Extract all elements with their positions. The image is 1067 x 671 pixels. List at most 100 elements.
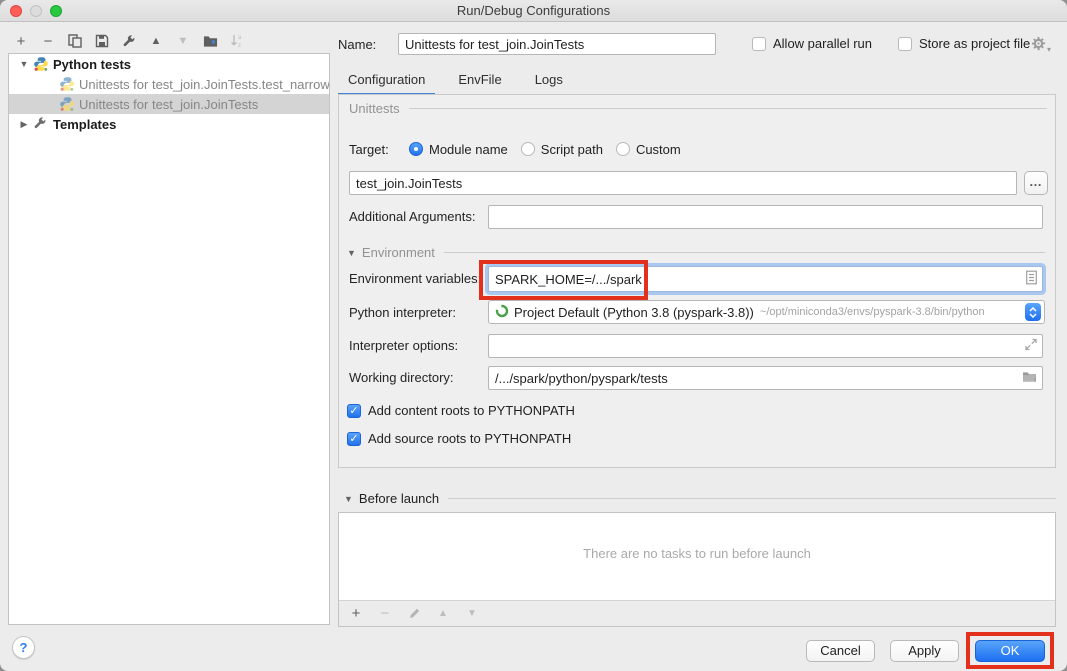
before-launch-label: Before launch xyxy=(359,491,439,506)
interpreter-options-input[interactable] xyxy=(488,334,1043,358)
add-source-roots-checkbox[interactable]: ✓ xyxy=(347,432,361,446)
store-as-project-file-checkbox[interactable] xyxy=(898,37,912,51)
save-configuration-icon[interactable] xyxy=(93,32,111,50)
cancel-button[interactable]: Cancel xyxy=(806,640,875,662)
expanded-triangle-icon[interactable]: ▼ xyxy=(344,494,353,504)
sort-configurations-icon[interactable]: az xyxy=(228,32,246,50)
target-label: Target: xyxy=(349,142,409,157)
remove-task-button[interactable]: − xyxy=(376,605,394,623)
working-directory-input[interactable] xyxy=(488,366,1043,390)
before-launch-toolbar: + − ▲ ▼ xyxy=(339,600,1055,626)
add-source-roots-label: Add source roots to PYTHONPATH xyxy=(368,431,571,446)
tree-item-label: Python tests xyxy=(53,57,131,72)
annotation-highlight-env-vars xyxy=(479,260,648,300)
group-divider xyxy=(409,108,1047,109)
unittests-group-header: Unittests xyxy=(349,101,1047,116)
tree-item-python-tests[interactable]: ▼ Python tests xyxy=(9,54,329,74)
environment-variables-label: Environment variables: xyxy=(349,267,481,291)
svg-text:a: a xyxy=(238,35,242,41)
copy-configuration-icon[interactable] xyxy=(66,32,84,50)
tab-envfile[interactable]: EnvFile xyxy=(448,66,511,95)
configurations-toolbar: + − ▲ ▼ az xyxy=(12,30,246,52)
environment-group-label: Environment xyxy=(362,245,435,260)
tree-item-label: Unittests for test_join.JoinTests.test_n… xyxy=(79,77,329,92)
move-task-up-button[interactable]: ▲ xyxy=(434,605,452,623)
svg-text:z: z xyxy=(238,43,241,48)
tab-logs[interactable]: Logs xyxy=(525,66,573,95)
target-option-module-name[interactable]: Module name xyxy=(409,142,508,157)
folder-browse-icon[interactable] xyxy=(1022,371,1037,386)
module-name-radio[interactable] xyxy=(409,142,423,156)
gear-icon xyxy=(1031,36,1046,54)
name-input[interactable] xyxy=(398,33,716,55)
apply-button[interactable]: Apply xyxy=(890,640,959,662)
conda-env-icon xyxy=(495,304,509,321)
module-name-radio-label: Module name xyxy=(429,142,508,157)
store-options-gear[interactable]: ▾ xyxy=(1031,36,1051,54)
python-interpreter-dropdown[interactable]: Project Default (Python 3.8 (pyspark-3.8… xyxy=(488,300,1045,324)
edit-templates-wrench-icon[interactable] xyxy=(120,32,138,50)
configuration-panel: Unittests Target: Module name Script pat… xyxy=(338,94,1056,468)
move-down-button[interactable]: ▼ xyxy=(174,32,192,50)
target-row: Target: Module name Script path Custom xyxy=(349,139,694,159)
python-test-config-icon xyxy=(59,96,75,112)
zoom-window-button[interactable] xyxy=(50,5,62,17)
add-task-button[interactable]: + xyxy=(347,605,365,623)
edit-variables-icon[interactable] xyxy=(1026,271,1037,288)
interpreter-name: Project Default (Python 3.8 (pyspark-3.8… xyxy=(514,305,754,320)
store-as-project-file-option: Store as project file xyxy=(898,36,1030,51)
allow-parallel-run-option: Allow parallel run xyxy=(752,36,872,51)
move-up-button[interactable]: ▲ xyxy=(147,32,165,50)
before-launch-empty-text: There are no tasks to run before launch xyxy=(339,546,1055,561)
custom-radio[interactable] xyxy=(616,142,630,156)
tab-configuration[interactable]: Configuration xyxy=(338,66,435,95)
add-source-roots-option: ✓ Add source roots to PYTHONPATH xyxy=(347,431,571,446)
target-option-custom[interactable]: Custom xyxy=(616,142,681,157)
tree-item-templates[interactable]: ▶ Templates xyxy=(9,114,329,134)
target-option-script-path[interactable]: Script path xyxy=(521,142,603,157)
allow-parallel-run-checkbox[interactable] xyxy=(752,37,766,51)
configurations-tree: ▼ Python tests Unittests for test_join.J… xyxy=(8,53,330,625)
help-button[interactable]: ? xyxy=(12,636,35,659)
group-divider xyxy=(444,252,1045,253)
caret-down-icon: ▾ xyxy=(1047,45,1051,54)
custom-radio-label: Custom xyxy=(636,142,681,157)
tree-item-unittests-test-narrow[interactable]: Unittests for test_join.JoinTests.test_n… xyxy=(9,74,329,94)
unittests-group-label: Unittests xyxy=(349,101,400,116)
config-tabs: Configuration EnvFile Logs xyxy=(338,66,586,95)
before-launch-panel: There are no tasks to run before launch … xyxy=(338,512,1056,627)
working-directory-label: Working directory: xyxy=(349,366,454,390)
remove-configuration-button[interactable]: − xyxy=(39,32,57,50)
move-task-down-button[interactable]: ▼ xyxy=(463,605,481,623)
tree-item-label: Templates xyxy=(53,117,116,132)
tree-item-unittests-jointests-selected[interactable]: Unittests for test_join.JoinTests xyxy=(9,94,329,114)
expanded-triangle-icon[interactable]: ▼ xyxy=(347,248,356,258)
minimize-window-button[interactable] xyxy=(30,5,42,17)
environment-group-header[interactable]: ▼ Environment xyxy=(347,245,1045,260)
before-launch-header[interactable]: ▼ Before launch xyxy=(344,491,1056,506)
module-name-input[interactable] xyxy=(349,171,1017,195)
script-path-radio[interactable] xyxy=(521,142,535,156)
annotation-highlight-ok-button xyxy=(966,632,1054,669)
expanded-chevron-icon[interactable]: ▼ xyxy=(19,59,29,69)
new-folder-icon[interactable] xyxy=(201,32,219,50)
add-content-roots-checkbox[interactable]: ✓ xyxy=(347,404,361,418)
templates-wrench-icon xyxy=(33,116,49,132)
interpreter-path: ~/opt/miniconda3/envs/pyspark-3.8/bin/py… xyxy=(760,306,985,318)
python-tests-icon xyxy=(33,56,49,72)
additional-arguments-input[interactable] xyxy=(488,205,1043,229)
tree-item-label: Unittests for test_join.JoinTests xyxy=(79,97,258,112)
add-configuration-button[interactable]: + xyxy=(12,32,30,50)
add-content-roots-option: ✓ Add content roots to PYTHONPATH xyxy=(347,403,575,418)
run-debug-configurations-dialog: Run/Debug Configurations + − ▲ ▼ az ▼ Py xyxy=(0,0,1067,671)
expand-field-icon[interactable] xyxy=(1025,339,1037,354)
additional-arguments-label: Additional Arguments: xyxy=(349,205,475,229)
store-as-project-file-label: Store as project file xyxy=(919,36,1030,51)
python-interpreter-label: Python interpreter: xyxy=(349,301,456,325)
dropdown-spinner-icon[interactable] xyxy=(1025,303,1041,321)
titlebar: Run/Debug Configurations xyxy=(0,0,1067,22)
close-window-button[interactable] xyxy=(10,5,22,17)
collapsed-chevron-icon[interactable]: ▶ xyxy=(19,119,29,130)
edit-task-pencil-icon[interactable] xyxy=(405,605,423,623)
browse-button[interactable]: … xyxy=(1024,171,1048,195)
